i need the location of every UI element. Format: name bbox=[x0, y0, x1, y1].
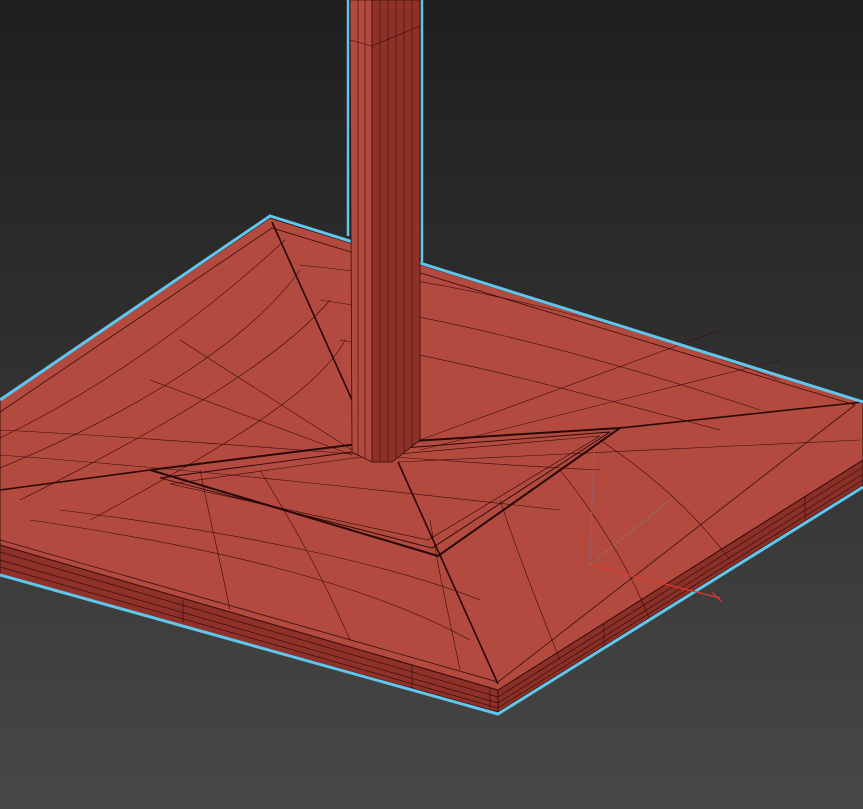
3d-viewport[interactable] bbox=[0, 0, 863, 809]
gizmo-x-tick bbox=[711, 591, 723, 603]
pole[interactable] bbox=[346, 0, 424, 463]
scene-canvas[interactable] bbox=[0, 0, 863, 809]
base-slab[interactable] bbox=[0, 214, 863, 716]
pole-left-face bbox=[349, 0, 373, 463]
base-top-face bbox=[0, 217, 863, 691]
